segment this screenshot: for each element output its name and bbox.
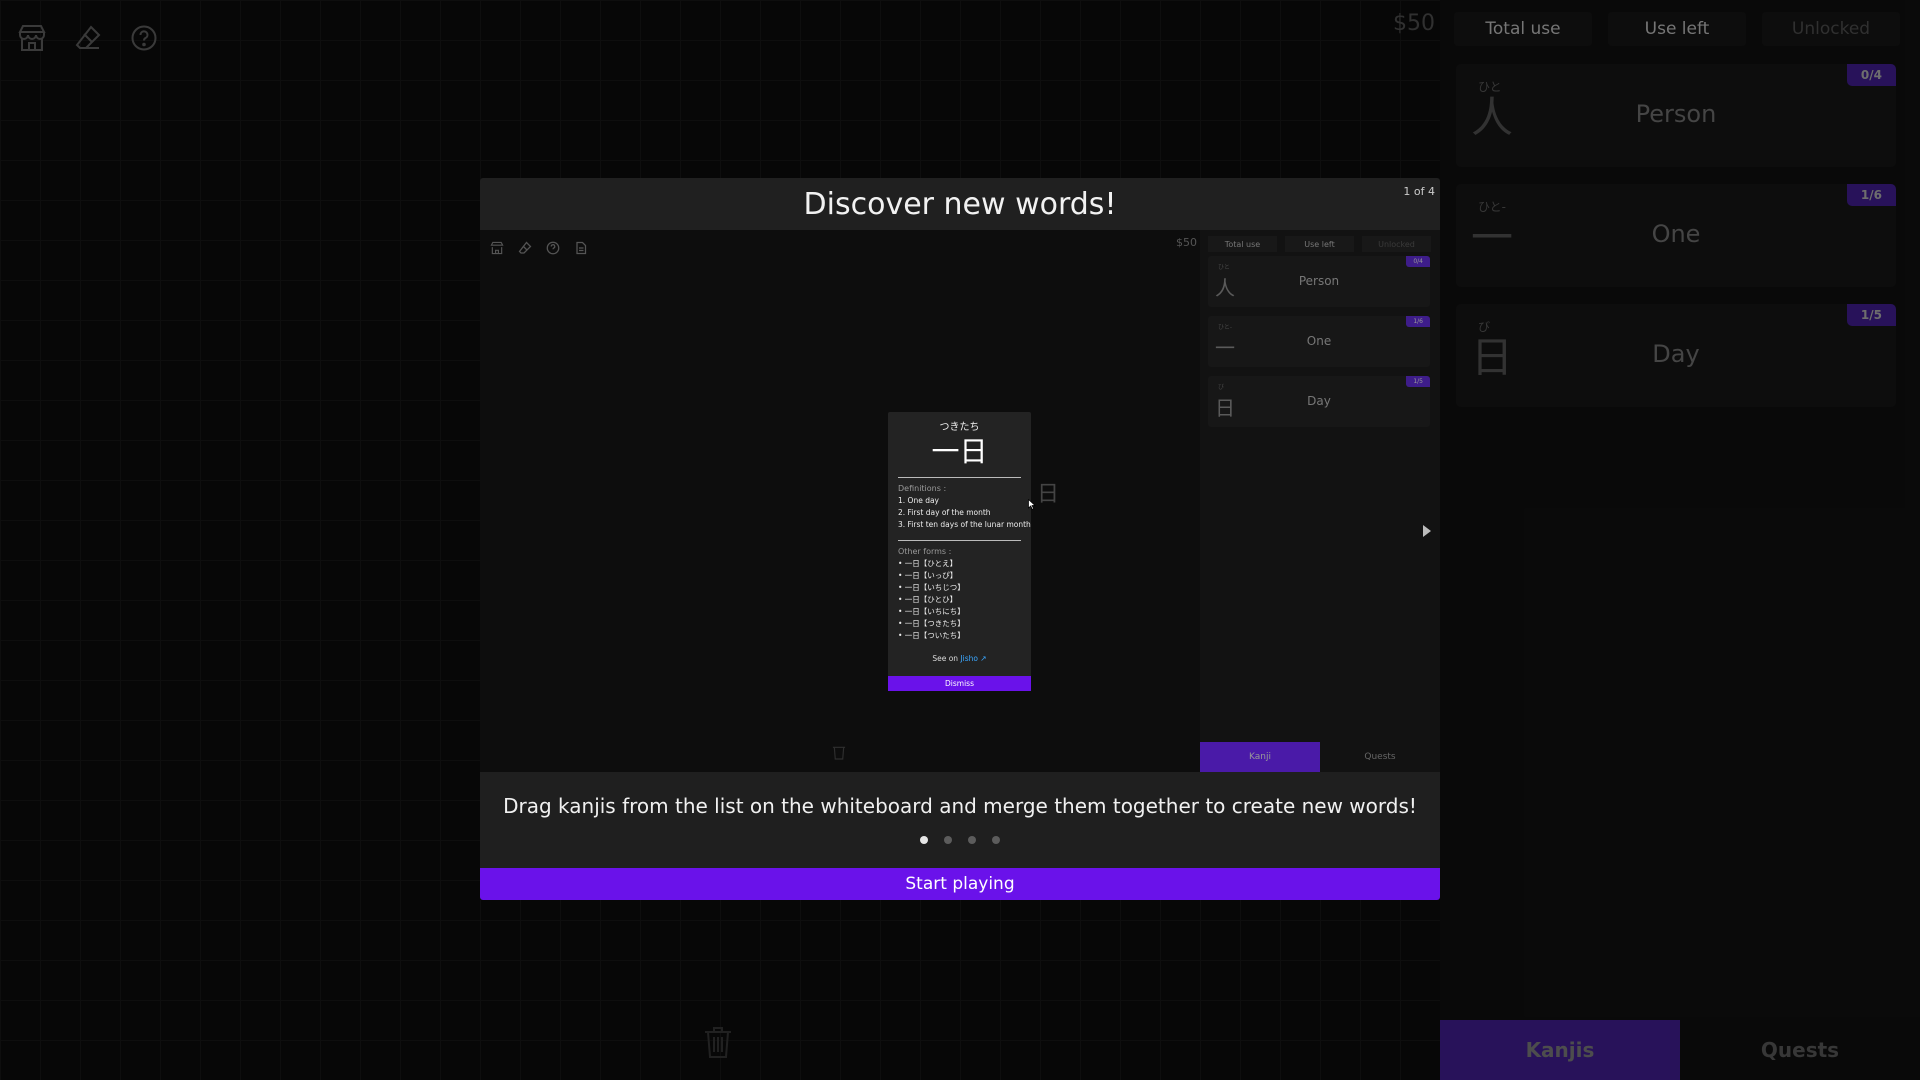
trash-icon [832, 744, 846, 764]
start-playing-button[interactable]: Start playing [480, 868, 1440, 900]
word-kanji: 一日 [931, 435, 988, 468]
definitions-label: Definitions : [898, 484, 947, 493]
pagination-dot[interactable] [992, 836, 1000, 844]
kanji-reading: ひと [1218, 264, 1230, 271]
next-slide-icon[interactable] [1422, 523, 1432, 542]
usage-badge: 1/6 [1406, 316, 1430, 327]
eraser-icon [517, 240, 533, 256]
usage-badge: 0/4 [1406, 256, 1430, 267]
tutorial-preview: $50 日 Total use Use left Unlocked ひと 人 P… [480, 230, 1440, 772]
other-form-item: • 一日【いっぴ】 [898, 571, 958, 580]
see-on-line: See on Jisho ↗ [888, 654, 1031, 663]
kanji-reading: ひと- [1218, 324, 1232, 331]
page-indicator: 1 of 4 [1403, 185, 1435, 198]
definition-item: 3. First ten days of the lunar month [898, 520, 1031, 529]
other-forms-list: • 一日【ひとえ】 • 一日【いっぴ】 • 一日【いちじつ】 • 一日【ひとひ】… [898, 558, 965, 642]
shop-icon [489, 240, 505, 256]
kanji-meaning: Person [1298, 274, 1340, 288]
other-form-item: • 一日【いちにち】 [898, 607, 965, 616]
preview-tabs: Kanji Quests [1200, 742, 1440, 772]
word-popup: つきたち 一日 Definitions : 1. One day 2. Firs… [888, 412, 1031, 691]
other-form-item: • 一日【つきたち】 [898, 619, 965, 628]
preview-filter-use-left: Use left [1285, 236, 1354, 252]
preview-sidebar: Total use Use left Unlocked ひと 人 Person … [1200, 230, 1440, 772]
preview-kanji-card: ひと- 一 One 1/6 [1208, 316, 1430, 367]
usage-badge: 1/5 [1406, 376, 1430, 387]
kanji-meaning: Day [1307, 394, 1331, 408]
definition-item: 1. One day [898, 496, 939, 505]
pagination-dot[interactable] [944, 836, 952, 844]
pagination-dot[interactable] [968, 836, 976, 844]
other-form-item: • 一日【いちじつ】 [898, 583, 965, 592]
preview-tab-quests: Quests [1320, 742, 1440, 772]
help-icon [545, 240, 561, 256]
jisho-link: Jisho ↗ [960, 654, 987, 663]
preview-tab-kanji: Kanji [1200, 742, 1320, 772]
pagination-dots [480, 836, 1440, 844]
preview-filters: Total use Use left Unlocked [1208, 236, 1431, 252]
definition-item: 2. First day of the month [898, 508, 991, 517]
preview-whiteboard: $50 日 [480, 230, 1200, 772]
tutorial-modal: Discover new words! 1 of 4 $50 日 Total u… [480, 178, 1440, 902]
pagination-dot[interactable] [920, 836, 928, 844]
preview-ghost-kanji: 日 [1037, 482, 1060, 507]
preview-toolbar [489, 240, 589, 256]
preview-kanji-card: ひと 人 Person 0/4 [1208, 256, 1430, 307]
see-on-label: See on [932, 654, 959, 663]
other-form-item: • 一日【ひとえ】 [898, 559, 958, 568]
document-icon [573, 240, 589, 256]
definitions-list: 1. One day 2. First day of the month 3. … [898, 495, 1031, 531]
dismiss-button: Dismiss [888, 676, 1031, 691]
other-form-item: • 一日【ついたち】 [898, 631, 965, 640]
preview-kanji-card: び 日 Day 1/5 [1208, 376, 1430, 427]
preview-filter-total-use: Total use [1208, 236, 1277, 252]
preview-filter-unlocked: Unlocked [1362, 236, 1431, 252]
kanji-reading: び [1218, 384, 1225, 391]
other-form-item: • 一日【ひとひ】 [898, 595, 958, 604]
kanji-meaning: One [1306, 334, 1332, 348]
modal-title: Discover new words! [803, 186, 1117, 222]
tutorial-description: Drag kanjis from the list on the whitebo… [503, 794, 1417, 818]
modal-header: Discover new words! 1 of 4 [480, 178, 1440, 230]
divider [898, 540, 1021, 541]
preview-money: $50 [1176, 236, 1197, 249]
divider [898, 477, 1021, 478]
cursor-icon [1028, 495, 1036, 514]
other-forms-label: Other forms : [898, 547, 952, 556]
modal-footer: Drag kanjis from the list on the whitebo… [480, 772, 1440, 868]
